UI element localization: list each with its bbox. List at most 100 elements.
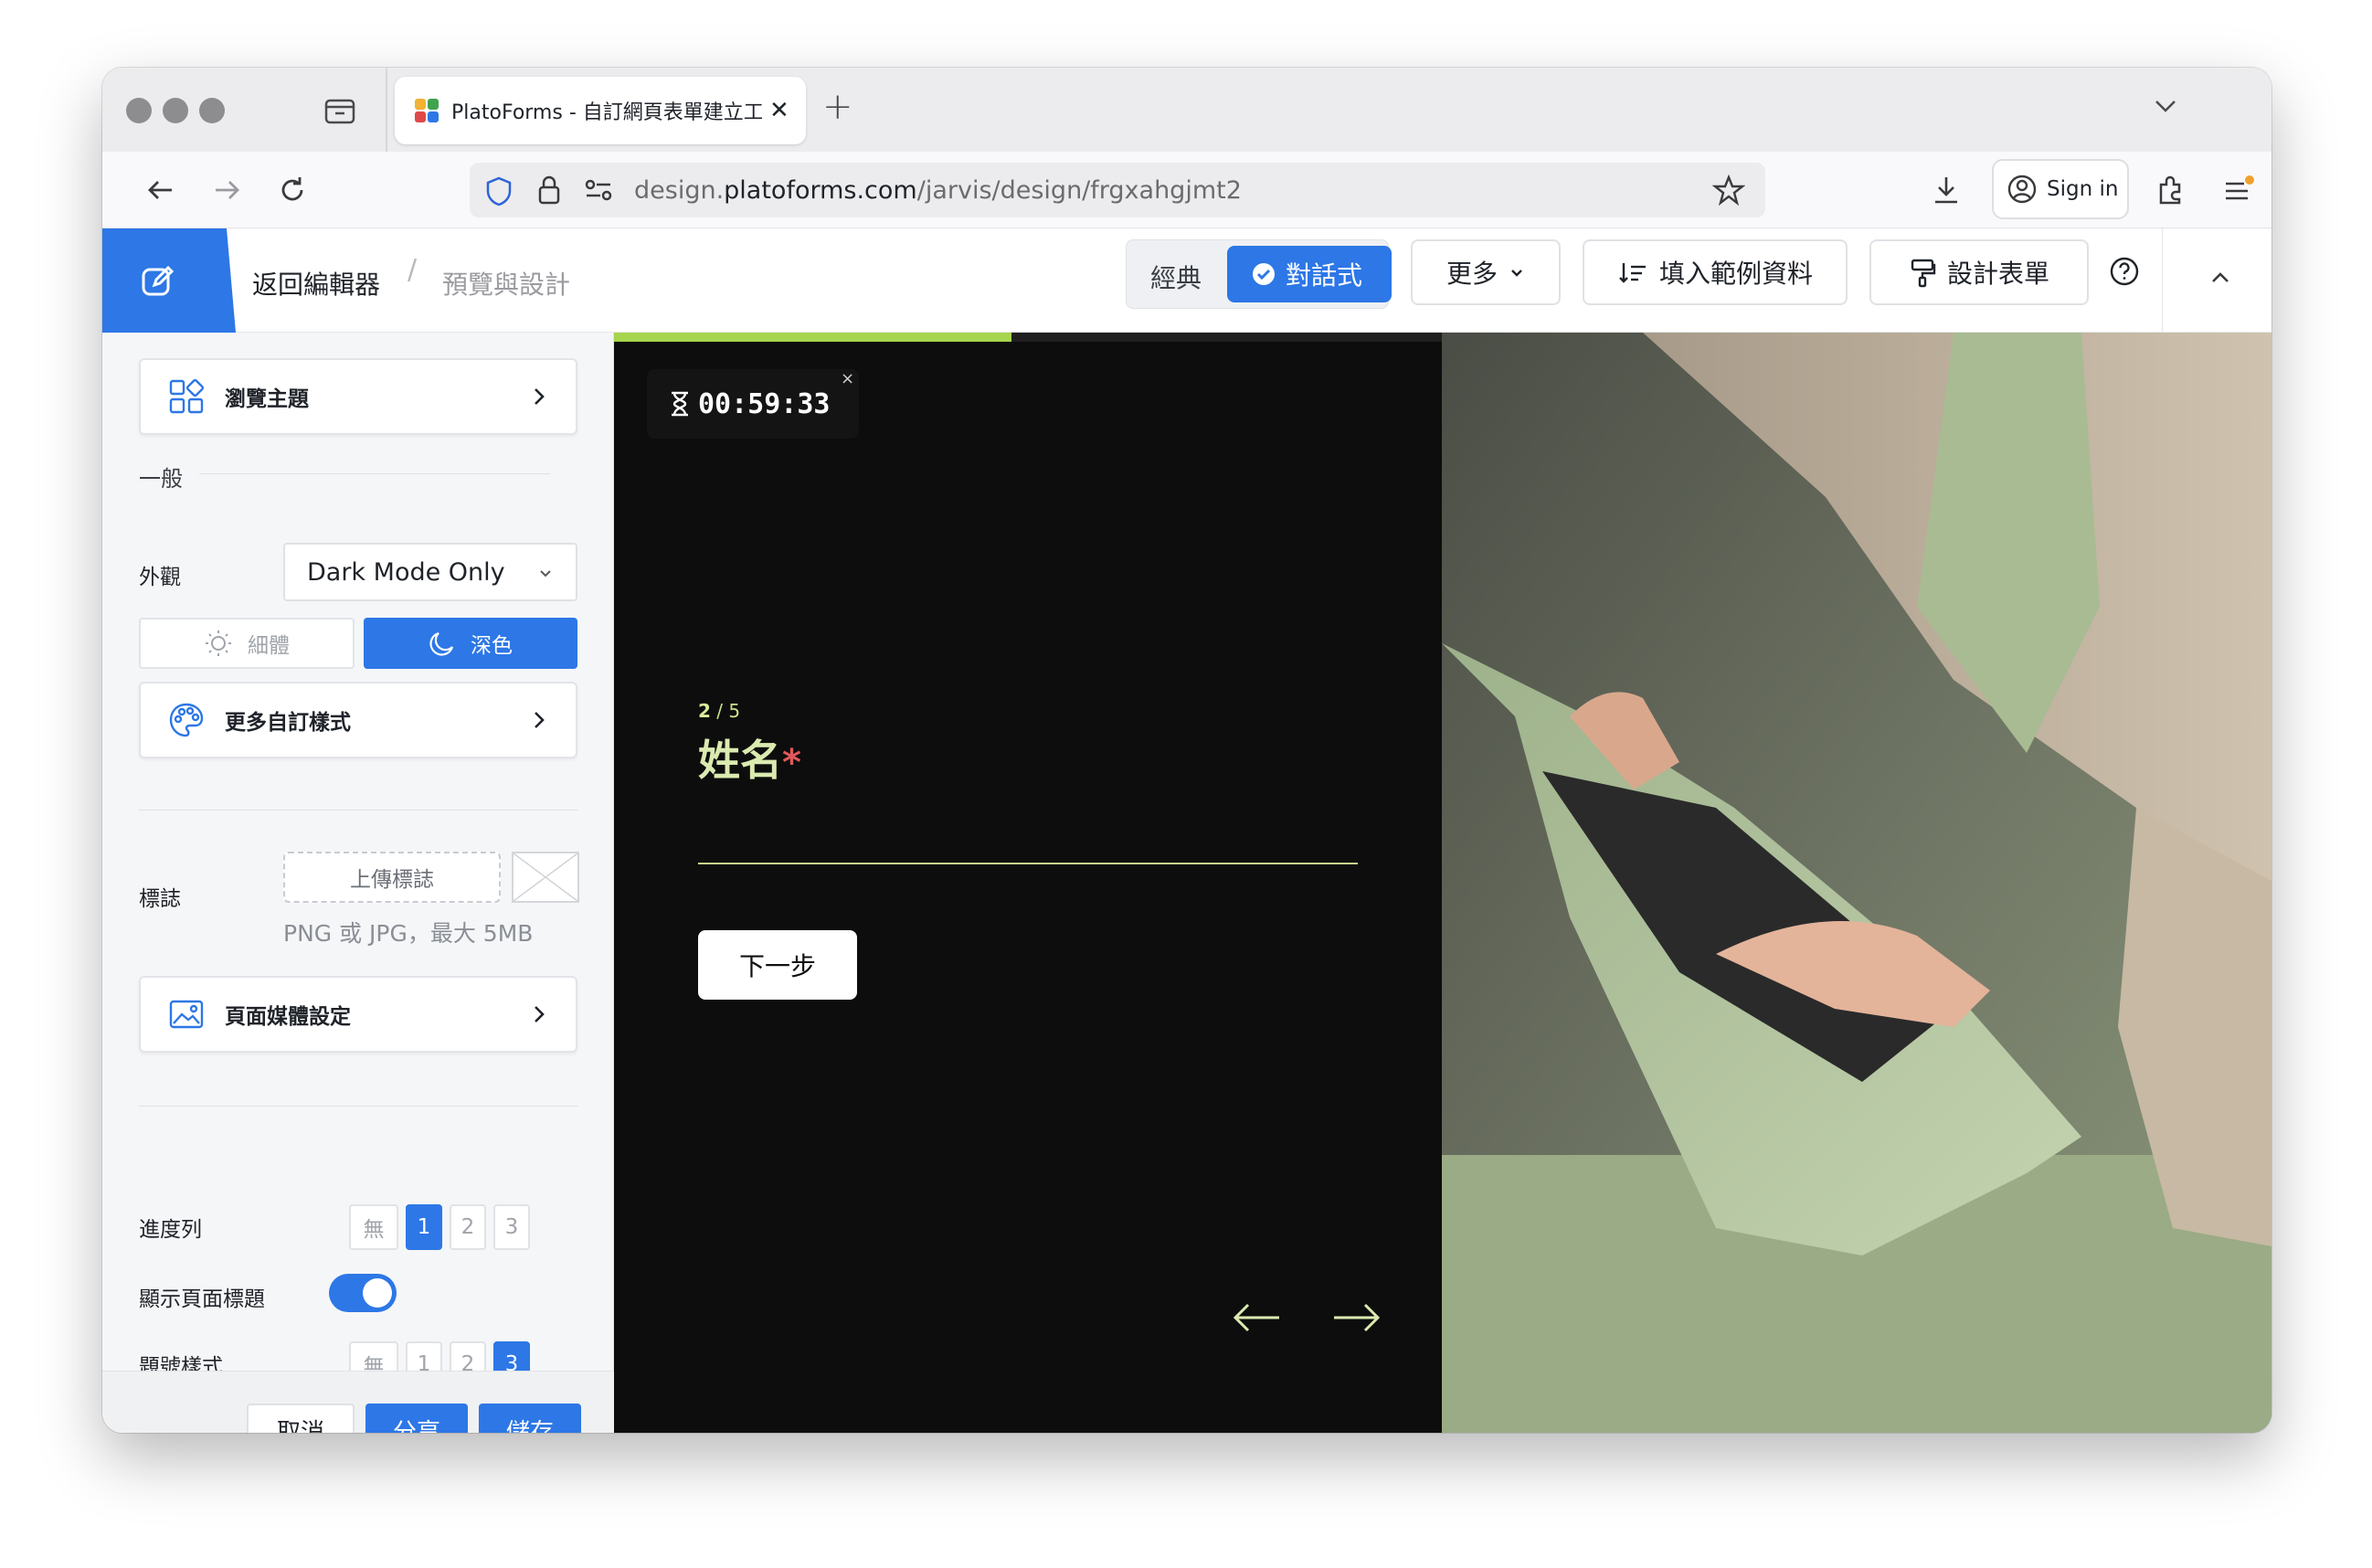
sign-in-label: Sign in xyxy=(2047,177,2119,201)
chevron-right-icon xyxy=(535,1006,545,1022)
chevron-right-icon xyxy=(535,712,545,728)
cancel-button[interactable]: 取消 xyxy=(247,1404,355,1433)
next-step-button[interactable]: 下一步 xyxy=(698,930,857,1000)
paint-roller-icon xyxy=(1911,259,1936,288)
app-header: 返回編輯器 / 預覽與設計 經典 對話式 更多 填入範例資料 設計表單 xyxy=(102,228,2271,333)
logo-label: 標誌 xyxy=(139,887,181,911)
appearance-select[interactable]: Dark Mode Only xyxy=(283,543,577,601)
back-arrow-icon[interactable] xyxy=(143,172,179,208)
design-form-button[interactable]: 設計表單 xyxy=(1869,239,2089,305)
toggle-knob xyxy=(363,1278,392,1308)
lock-icon[interactable] xyxy=(535,174,563,210)
progress-option-3[interactable]: 3 xyxy=(493,1204,530,1250)
question-title-text: 姓名 xyxy=(698,736,782,785)
extensions-icon[interactable] xyxy=(2153,172,2189,208)
back-to-editor-link[interactable]: 返回編輯器 xyxy=(252,265,380,302)
bookmark-star-icon[interactable] xyxy=(1711,174,1746,210)
sort-fill-icon xyxy=(1619,263,1646,283)
next-step-label: 下一步 xyxy=(738,951,816,981)
save-label: 儲存 xyxy=(505,1418,554,1434)
section-divider xyxy=(139,1106,577,1107)
sidebar-toggle-icon[interactable] xyxy=(323,95,356,126)
progress-bar-fill xyxy=(614,333,1011,342)
progress-bar-label: 進度列 xyxy=(139,1218,202,1242)
zoom-window-button[interactable] xyxy=(199,98,225,123)
timer-close-icon[interactable]: × xyxy=(841,369,854,388)
app-menu-icon[interactable] xyxy=(2220,172,2257,208)
section-divider xyxy=(199,473,550,474)
form-preview: 00:59:33 × 2 / 5 姓名* 下一步 xyxy=(614,333,1442,1433)
navigation-bar: design.platoforms.com/jarvis/design/frgx… xyxy=(102,152,2271,228)
sign-in-button[interactable]: Sign in xyxy=(1992,159,2129,219)
mode-classic-option[interactable]: 經典 xyxy=(1150,259,1202,295)
tab-close-icon[interactable]: ✕ xyxy=(769,97,789,124)
next-question-arrow-icon[interactable] xyxy=(1330,1301,1382,1334)
previous-question-arrow-icon[interactable] xyxy=(1232,1301,1283,1334)
upload-logo-button[interactable]: 上傳標誌 xyxy=(283,852,501,903)
upload-hint: PNG 或 JPG，最大 5MB xyxy=(283,920,534,947)
reload-icon[interactable] xyxy=(274,172,311,208)
design-form-label: 設計表單 xyxy=(1946,259,2049,289)
more-custom-styles-button[interactable]: 更多自訂樣式 xyxy=(139,682,577,758)
required-mark: * xyxy=(782,742,801,784)
editor-logo[interactable] xyxy=(102,228,236,333)
fill-sample-data-button[interactable]: 填入範例資料 xyxy=(1583,239,1848,305)
show-page-title-label: 顯示頁面標題 xyxy=(139,1287,265,1311)
show-page-title-toggle[interactable] xyxy=(329,1274,397,1312)
new-tab-icon[interactable]: + xyxy=(822,86,853,128)
theme-light-button[interactable]: 細體 xyxy=(139,618,355,669)
mode-conversational-option[interactable]: 對話式 xyxy=(1227,246,1392,302)
question-current: 2 xyxy=(698,700,711,722)
close-window-button[interactable] xyxy=(126,98,152,123)
theme-dark-label: 深色 xyxy=(471,634,513,658)
chevron-down-icon xyxy=(1511,270,1522,277)
collapse-header-chevron-icon[interactable] xyxy=(2204,261,2237,294)
image-icon xyxy=(169,1000,204,1029)
progress-bar xyxy=(614,333,1442,342)
site-settings-icon[interactable] xyxy=(583,175,614,208)
more-custom-styles-label: 更多自訂樣式 xyxy=(225,711,351,735)
share-button[interactable]: 分享 xyxy=(365,1404,468,1433)
help-icon[interactable] xyxy=(2109,256,2140,287)
form-mode-switch: 經典 對話式 xyxy=(1126,239,1392,309)
account-icon xyxy=(2007,175,2037,204)
progress-option-none[interactable]: 無 xyxy=(349,1204,398,1250)
upload-logo-label: 上傳標誌 xyxy=(350,868,434,892)
progress-option-1[interactable]: 1 xyxy=(406,1204,442,1250)
browse-themes-button[interactable]: 瀏覽主題 xyxy=(139,358,577,435)
page-media-label: 頁面媒體設定 xyxy=(225,1005,351,1029)
shield-icon[interactable] xyxy=(484,175,514,210)
chevron-right-icon xyxy=(535,388,545,405)
more-dropdown-button[interactable]: 更多 xyxy=(1411,239,1561,305)
active-tab[interactable]: PlatoForms - 自訂網頁表單建立工具 ✕ xyxy=(395,77,806,144)
url-text[interactable]: design.platoforms.com/jarvis/design/frgx… xyxy=(634,176,1242,205)
mode-conversational-label: 對話式 xyxy=(1286,260,1363,291)
timer-value: 00:59:33 xyxy=(698,387,831,420)
logo-placeholder-image xyxy=(512,852,579,903)
check-circle-icon xyxy=(1253,263,1275,285)
answer-input[interactable] xyxy=(698,863,1358,864)
address-bar[interactable]: design.platoforms.com/jarvis/design/frgx… xyxy=(470,163,1765,217)
forward-arrow-icon[interactable] xyxy=(208,172,245,208)
breadcrumb-current: 預覽與設計 xyxy=(442,270,571,300)
countdown-timer: 00:59:33 xyxy=(647,369,859,439)
theme-dark-button[interactable]: 深色 xyxy=(364,618,577,669)
question-title: 姓名* xyxy=(698,727,801,788)
tab-divider xyxy=(386,68,387,152)
platoforms-favicon-icon xyxy=(415,99,439,122)
theme-light-label: 細體 xyxy=(248,634,290,658)
tab-list-chevron-icon[interactable] xyxy=(2147,88,2184,124)
question-total: / 5 xyxy=(716,700,741,722)
header-divider xyxy=(2162,228,2163,333)
breadcrumb-separator: / xyxy=(408,254,418,286)
save-button[interactable]: 儲存 xyxy=(479,1404,581,1433)
downloads-icon[interactable] xyxy=(1928,172,1964,208)
sun-icon xyxy=(206,630,231,656)
question-counter: 2 / 5 xyxy=(698,700,740,722)
minimize-window-button[interactable] xyxy=(163,98,188,123)
tab-bar: PlatoForms - 自訂網頁表單建立工具 ✕ + xyxy=(102,68,2271,152)
page-media-settings-button[interactable]: 頁面媒體設定 xyxy=(139,976,577,1053)
progress-option-2[interactable]: 2 xyxy=(450,1204,486,1250)
tab-title: PlatoForms - 自訂網頁表單建立工具 xyxy=(451,101,762,124)
page-media-photo xyxy=(1442,333,2271,1433)
